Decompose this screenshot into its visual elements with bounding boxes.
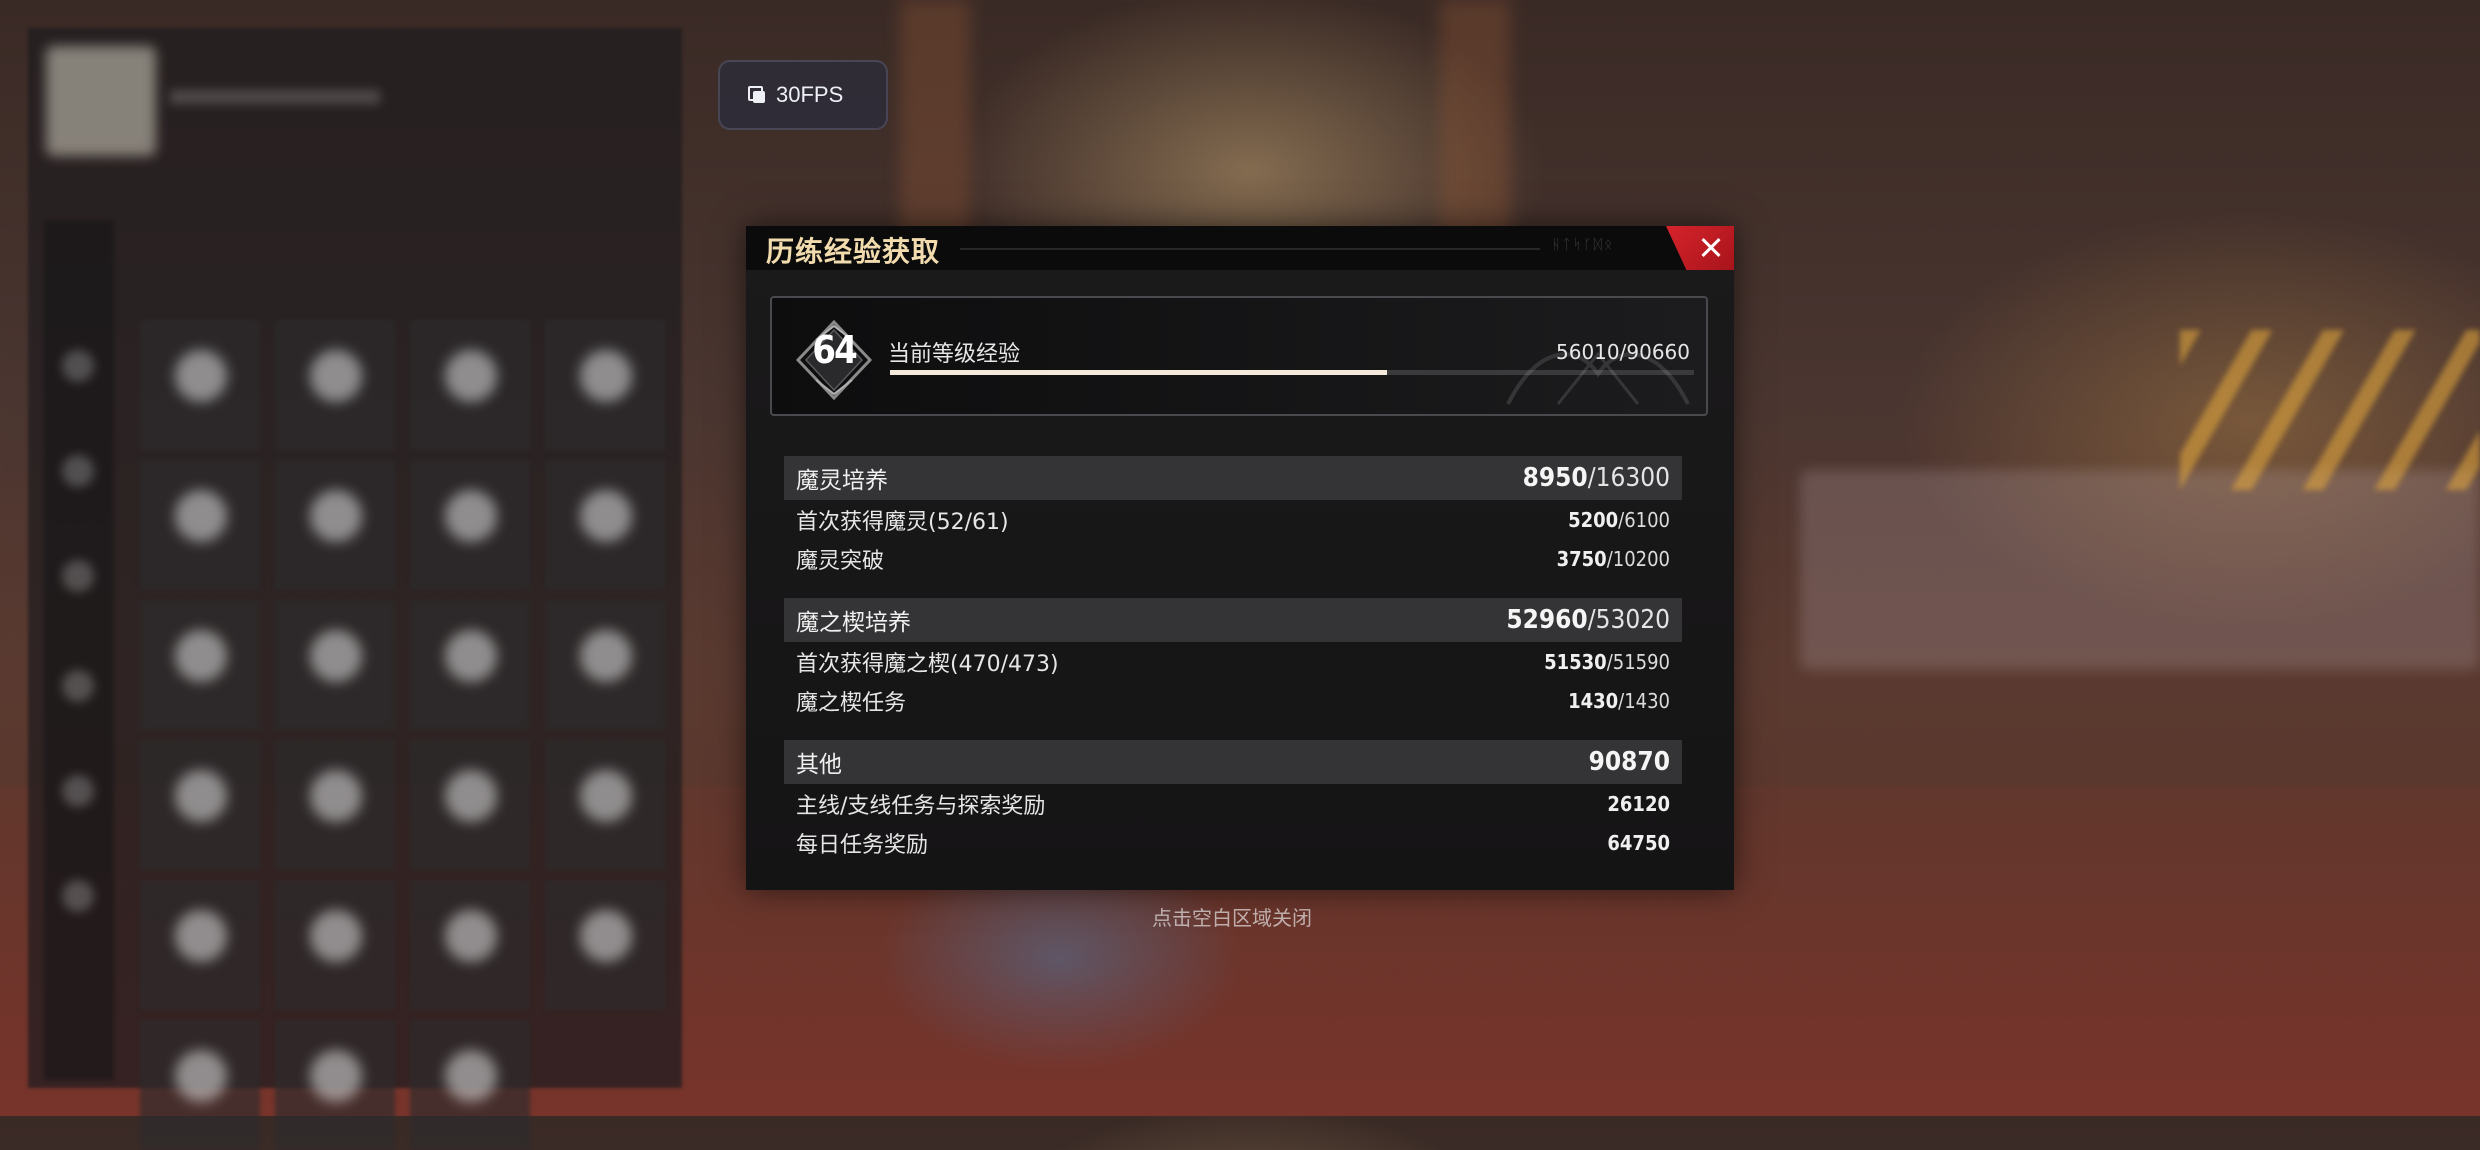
row-total: /1430 — [1618, 688, 1670, 713]
detail-row: 主线/支线任务与探索奖励 26120 — [784, 784, 1682, 823]
section-value: 90870 — [1589, 747, 1670, 777]
section-total: /16300 — [1587, 463, 1670, 493]
row-label: 首次获得魔灵(52/61) — [796, 509, 1009, 535]
row-value: 3750/10200 — [1557, 547, 1670, 571]
section-label: 魔灵培养 — [796, 468, 888, 494]
row-total: /6100 — [1618, 507, 1670, 532]
fps-label: 30FPS — [776, 82, 844, 107]
inventory-slot — [275, 740, 395, 870]
watermark-emblem — [1506, 351, 1690, 405]
inventory-slot — [410, 740, 530, 870]
inventory-slot — [545, 600, 665, 730]
character-portrait — [46, 46, 156, 156]
inventory-slot — [140, 880, 260, 1010]
row-current: 3750 — [1556, 546, 1607, 571]
detail-row: 魔之楔任务 1430/1430 — [784, 681, 1682, 720]
background-pillar — [1440, 0, 1510, 260]
inventory-slot — [545, 460, 665, 590]
inventory-slot — [410, 1020, 530, 1150]
inventory-slot — [410, 600, 530, 730]
inventory-slot — [545, 740, 665, 870]
inventory-slot — [140, 1020, 260, 1150]
section-header: 魔灵培养 8950/16300 — [784, 456, 1682, 500]
row-value: 26120 — [1607, 792, 1670, 816]
inventory-slot — [140, 320, 260, 450]
inventory-slot — [140, 460, 260, 590]
detail-row: 首次获得魔灵(52/61) 5200/6100 — [784, 500, 1682, 539]
row-label: 魔灵突破 — [796, 548, 885, 574]
inventory-header-bar — [170, 90, 380, 104]
row-value: 1430/1430 — [1568, 689, 1670, 713]
inventory-slot — [275, 600, 395, 730]
section-header: 其他 90870 — [784, 740, 1682, 784]
category-icon — [62, 455, 94, 487]
dialog-title: 历练经验获取 — [766, 235, 941, 268]
category-icon — [62, 775, 94, 807]
section-value: 52960/53020 — [1506, 605, 1670, 635]
row-current: 51530 — [1544, 649, 1607, 674]
inventory-slot — [410, 460, 530, 590]
section-label: 魔之楔培养 — [796, 610, 911, 636]
row-value: 51530/51590 — [1544, 650, 1670, 674]
section-other: 其他 90870 主线/支线任务与探索奖励 26120 每日任务奖励 64750 — [784, 740, 1682, 862]
section-label: 其他 — [796, 752, 842, 778]
copy-icon — [748, 86, 766, 104]
dialog-titlebar: 历练经验获取 ᚺᛏᛋᚴᛞᛟ — [746, 226, 1734, 270]
inventory-slot — [275, 880, 395, 1010]
inventory-slot — [140, 740, 260, 870]
section-value: 8950/16300 — [1523, 463, 1670, 493]
background-pillar — [900, 0, 970, 260]
row-current: 1430 — [1568, 688, 1619, 713]
inventory-slot — [140, 600, 260, 730]
section-total: /53020 — [1587, 605, 1670, 635]
inventory-slot — [410, 880, 530, 1010]
level-exp-label: 当前等级经验 — [888, 342, 1021, 367]
row-label: 魔之楔任务 — [796, 690, 907, 716]
category-icon — [62, 880, 94, 912]
section-current: 8950 — [1522, 463, 1588, 493]
level-progress-fill — [890, 370, 1387, 375]
section-header: 魔之楔培养 52960/53020 — [784, 598, 1682, 642]
inventory-grid — [140, 320, 665, 1150]
experience-dialog: 历练经验获取 ᚺᛏᛋᚴᛞᛟ 64 当前等级经验 56010/90660 魔灵培养… — [746, 226, 1734, 890]
section-current: 52960 — [1506, 605, 1588, 635]
detail-row: 魔灵突破 3750/10200 — [784, 539, 1682, 578]
category-icon — [62, 560, 94, 592]
inventory-slot — [275, 1020, 395, 1150]
background-shelf — [1800, 470, 2480, 670]
title-divider — [960, 248, 1540, 250]
row-label: 主线/支线任务与探索奖励 — [796, 793, 1046, 819]
fps-button[interactable]: 30FPS — [718, 60, 888, 130]
detail-row: 每日任务奖励 64750 — [784, 823, 1682, 862]
inventory-slot — [545, 880, 665, 1010]
detail-row: 首次获得魔之楔(470/473) 51530/51590 — [784, 642, 1682, 681]
section-wedge-training: 魔之楔培养 52960/53020 首次获得魔之楔(470/473) 51530… — [784, 598, 1682, 720]
row-label: 首次获得魔之楔(470/473) — [796, 651, 1059, 677]
row-total: /51590 — [1606, 649, 1670, 674]
row-value: 5200/6100 — [1568, 508, 1670, 532]
inventory-sidebar — [44, 220, 114, 1080]
level-number: 64 — [812, 328, 858, 372]
section-current: 90870 — [1588, 747, 1670, 777]
row-value: 64750 — [1607, 831, 1670, 855]
category-icon — [62, 670, 94, 702]
row-current: 5200 — [1568, 507, 1619, 532]
inventory-slot — [275, 320, 395, 450]
inventory-slot — [275, 460, 395, 590]
row-total: /10200 — [1606, 546, 1670, 571]
background-stripes — [2180, 330, 2480, 490]
inventory-slot — [545, 320, 665, 450]
section-spirit-training: 魔灵培养 8950/16300 首次获得魔灵(52/61) 5200/6100 … — [784, 456, 1682, 578]
title-ornament: ᚺᛏᛋᚴᛞᛟ — [1552, 237, 1615, 253]
row-current: 26120 — [1607, 791, 1670, 816]
category-icon — [62, 350, 94, 382]
row-current: 64750 — [1607, 830, 1670, 855]
row-label: 每日任务奖励 — [796, 832, 929, 858]
inventory-slot — [410, 320, 530, 450]
level-panel: 64 当前等级经验 56010/90660 — [770, 296, 1708, 416]
close-hint[interactable]: 点击空白区域关闭 — [1152, 902, 1312, 931]
